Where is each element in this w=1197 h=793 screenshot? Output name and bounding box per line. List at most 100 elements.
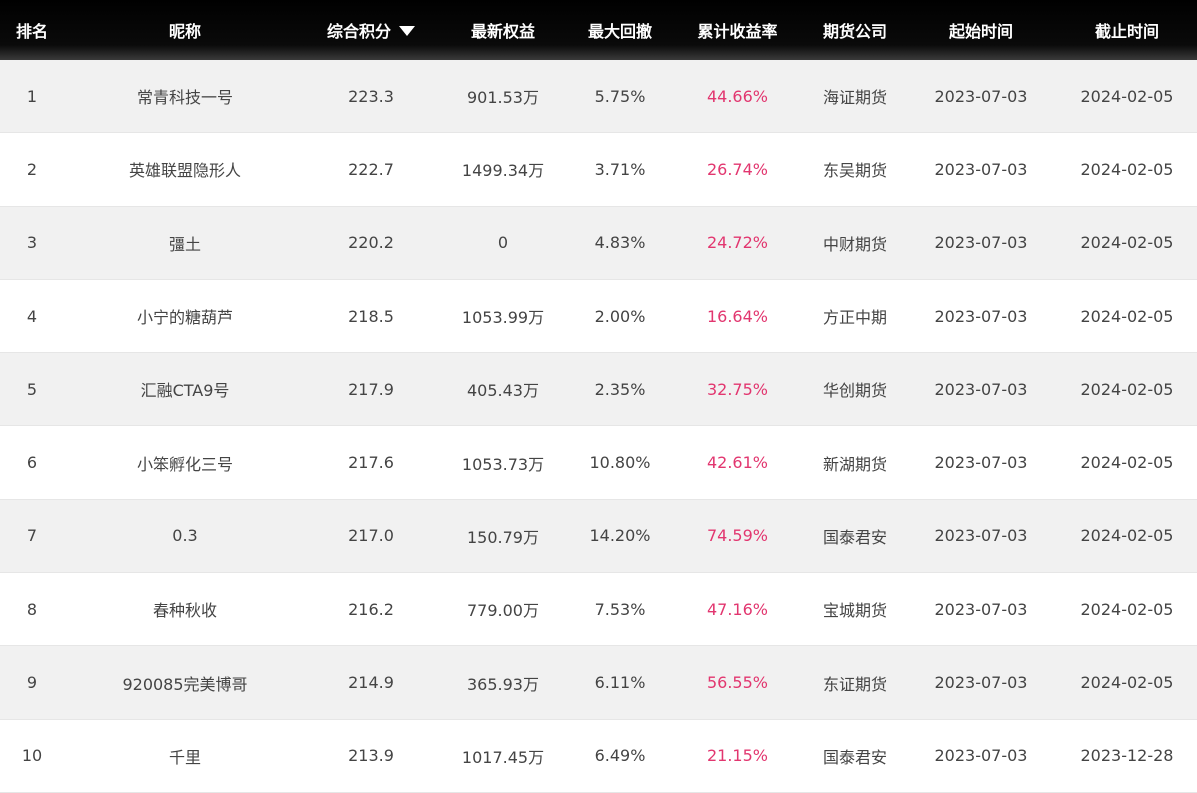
cell-company: 新湖期货 [822,454,887,474]
cell-equity: 1017.45万 [461,747,545,767]
cell-end-date: 2024-02-05 [1080,86,1174,106]
cell-equity: 365.93万 [467,674,539,694]
cell-return: 24.72% [706,233,768,253]
cell-company: 东证期货 [822,674,887,694]
header-score-label: 综合积分 [326,22,391,41]
cell-equity: 901.53万 [467,88,539,108]
cell-drawdown: 6.49% [594,746,646,766]
cell-end-date: 2024-02-05 [1080,159,1174,179]
cell-end-date: 2024-02-05 [1080,306,1174,326]
cell-return: 56.55% [706,673,768,693]
cell-end-date: 2024-02-05 [1080,233,1174,253]
cell-start-date: 2023-07-03 [934,306,1028,326]
table-body: 1 常青科技一号 223.3 901.53万 5.75% 44.66% 海证期货 2023-0… [0,60,1197,793]
cell-start-date: 2023-07-03 [934,86,1028,106]
cell-end-date: 2024-02-05 [1080,599,1174,619]
cell-drawdown: 14.20% [589,526,651,546]
cell-company: 海证期货 [822,88,887,108]
cell-rank: 3 [26,233,38,253]
cell-start-date: 2023-07-03 [934,599,1028,619]
cell-drawdown: 2.35% [594,379,646,399]
header-equity: 最新权益 [470,22,535,41]
ranking-table: 排名 昵称 综合积分 最新权益 最大回撤 累计收益率 期货公司 起始时间 截止时… [0,0,1197,793]
cell-name[interactable]: 0.3 [64,526,306,545]
cell-company: 东吴期货 [822,161,887,181]
cell-return: 74.59% [706,526,768,546]
header-end: 截止时间 [1094,22,1159,41]
cell-start-date: 2023-07-03 [934,526,1028,546]
cell-end-date: 2024-02-05 [1080,673,1174,693]
cell-end-date: 2023-12-28 [1080,746,1174,766]
cell-start-date: 2023-07-03 [934,233,1028,253]
cell-name[interactable]: 小宁的糖葫芦 [64,304,306,328]
cell-company: 国泰君安 [822,527,887,547]
cell-score: 217.6 [348,453,394,473]
header-start: 起始时间 [948,22,1013,41]
cell-return: 32.75% [706,379,768,399]
cell-equity: 1499.34万 [461,161,545,181]
table-row: 5 汇融CTA9号 217.9 405.43万 2.35% 32.75% 华创期货 2023-… [0,353,1197,427]
cell-name[interactable]: 英雄联盟隐形人 [64,157,306,181]
header-drawdown: 最大回撤 [587,22,652,41]
cell-equity: 0 [497,233,509,253]
cell-equity: 405.43万 [467,381,539,401]
header-rank: 排名 [15,22,48,41]
cell-end-date: 2024-02-05 [1080,526,1174,546]
cell-drawdown: 3.71% [594,159,646,179]
cell-return: 26.74% [706,159,768,179]
cell-score: 213.9 [348,746,394,766]
cell-name[interactable]: 春种秋收 [64,597,306,621]
table-row: 7 0.3 217.0 150.79万 14.20% 74.59% 国泰君安 2023-07-… [0,499,1197,574]
cell-start-date: 2023-07-03 [934,379,1028,399]
header-score-sort[interactable]: 综合积分 [306,18,436,42]
cell-equity: 1053.73万 [461,454,545,474]
cell-company: 中财期货 [822,234,887,254]
table-row: 10 千里 213.9 1017.45万 6.49% 21.15% 国泰君安 2023-07-… [0,719,1197,793]
cell-score: 218.5 [348,306,394,326]
cell-equity: 1053.99万 [461,308,545,328]
cell-rank: 10 [21,746,43,766]
cell-rank: 5 [26,379,38,399]
cell-start-date: 2023-07-03 [934,746,1028,766]
cell-name[interactable]: 汇融CTA9号 [64,377,306,401]
cell-rank: 9 [26,673,38,693]
cell-name[interactable]: 彊土 [64,231,306,255]
cell-rank: 8 [26,599,38,619]
cell-start-date: 2023-07-03 [934,453,1028,473]
cell-company: 方正中期 [822,308,887,328]
table-row: 2 英雄联盟隐形人 222.7 1499.34万 3.71% 26.74% 东吴期货 2023… [0,133,1197,207]
caret-down-icon [399,25,415,36]
cell-score: 223.3 [348,86,394,106]
cell-start-date: 2023-07-03 [934,159,1028,179]
cell-company: 华创期货 [822,381,887,401]
header-company: 期货公司 [822,22,887,41]
cell-drawdown: 7.53% [594,599,646,619]
table-row: 6 小笨孵化三号 217.6 1053.73万 10.80% 42.61% 新湖期货 2023… [0,426,1197,500]
table-row: 9 920085完美博哥 214.9 365.93万 6.11% 56.55% 东证期货 20… [0,646,1197,720]
table-row: 4 小宁的糖葫芦 218.5 1053.99万 2.00% 16.64% 方正中期 2023-… [0,279,1197,354]
cell-end-date: 2024-02-05 [1080,379,1174,399]
cell-name[interactable]: 千里 [64,744,306,768]
table-row: 8 春种秋收 216.2 779.00万 7.53% 47.16% 宝城期货 2023-07-… [0,573,1197,647]
cell-score: 220.2 [348,233,394,253]
cell-equity: 779.00万 [467,601,539,621]
cell-score: 222.7 [348,159,394,179]
cell-drawdown: 10.80% [589,453,651,473]
cell-company: 宝城期货 [822,601,887,621]
cell-score: 214.9 [348,673,394,693]
cell-drawdown: 6.11% [594,673,646,693]
cell-end-date: 2024-02-05 [1080,453,1174,473]
cell-score: 217.9 [348,379,394,399]
cell-score: 216.2 [348,599,394,619]
table-row: 1 常青科技一号 223.3 901.53万 5.75% 44.66% 海证期货 2023-0… [0,60,1197,134]
cell-name[interactable]: 920085完美博哥 [64,671,306,695]
cell-name[interactable]: 小笨孵化三号 [64,451,306,475]
header-return: 累计收益率 [697,22,778,41]
table-row: 3 彊土 220.2 0 4.83% 24.72% 中财期货 2023-07-03 2024-0… [0,206,1197,280]
cell-rank: 7 [26,526,38,546]
cell-rank: 2 [26,159,38,179]
cell-drawdown: 2.00% [594,306,646,326]
cell-name[interactable]: 常青科技一号 [64,84,306,108]
cell-drawdown: 5.75% [594,86,646,106]
cell-rank: 4 [26,306,38,326]
